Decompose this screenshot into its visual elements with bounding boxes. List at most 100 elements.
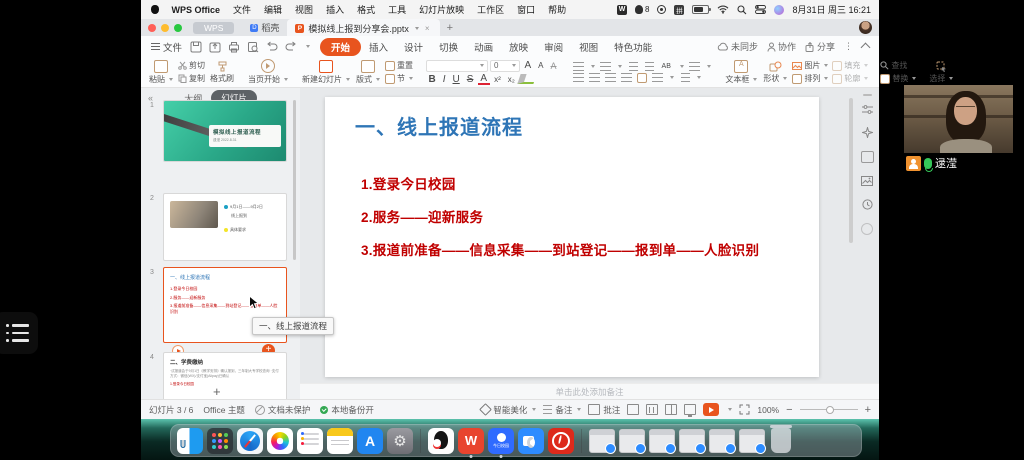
copy-button[interactable]: 复制 [178,73,205,84]
launchpad-dock-icon[interactable] [207,428,233,454]
bold-button[interactable]: B [426,74,438,85]
ribbon-tab-insert[interactable]: 插入 [361,38,396,56]
normal-view-button[interactable] [627,404,639,415]
menu-format[interactable]: 格式 [351,3,382,16]
photos-dock-icon[interactable] [267,428,293,454]
print-preview-icon[interactable] [247,41,259,53]
minimized-window-thumbnail[interactable] [739,429,765,453]
menu-file[interactable]: 文件 [227,3,258,16]
fullscreen-icon[interactable] [739,404,750,415]
screen-record-icon[interactable] [657,5,666,14]
tab-close-icon[interactable]: × [423,24,432,33]
cut-button[interactable]: 剪切 [178,60,205,71]
menu-view[interactable]: 视图 [289,3,320,16]
menu-insert[interactable]: 插入 [320,3,351,16]
text-direction-button[interactable] [652,73,663,82]
strikethrough-button[interactable]: S [464,74,476,85]
clear-format-button[interactable]: A [548,61,559,71]
file-menu-button[interactable]: 文件 [151,40,182,54]
comments-button[interactable]: 批注 [588,404,620,416]
more-options-icon[interactable]: ⋮ [844,41,853,52]
menu-edit[interactable]: 编辑 [258,3,289,16]
number-list-button[interactable] [600,62,611,71]
minimized-window-thumbnail[interactable] [679,429,705,453]
sync-status-button[interactable]: 未同步 [717,40,758,53]
picture-button[interactable]: 图片 [792,60,828,71]
minimized-window-thumbnail[interactable] [619,429,645,453]
slide-page[interactable]: 一、线上报道流程 1.登录今日校园 2.服务——迎新服务 3.报道前准备——信息… [325,97,819,377]
char-spacing-button[interactable]: AB [659,63,673,70]
protect-status[interactable]: 文档未保护 [255,404,311,416]
layout-panel-icon[interactable] [861,151,874,163]
close-window-button[interactable] [148,24,156,32]
undo-icon[interactable] [266,41,278,52]
menu-help[interactable]: 帮助 [542,3,573,16]
align-left-button[interactable] [573,73,584,82]
play-from-current-button[interactable]: 当页开始 [245,57,291,87]
subscript-button[interactable]: x₂ [505,75,517,84]
find-button[interactable]: 查找 [880,60,916,71]
panel-scrollbar[interactable] [293,100,296,260]
notes-bar[interactable]: 单击此处添加备注 [300,383,879,400]
menubar-app-name[interactable]: WPS Office [165,5,227,15]
wps-menubar-icon[interactable]: W [617,5,627,15]
redo-icon[interactable] [285,41,297,52]
apple-menu-icon[interactable] [151,5,159,14]
slide-thumbnail-2[interactable]: 9月1日——9月2日 线上报到 具体要求 [163,193,287,261]
reset-button[interactable]: 重置 [385,60,413,71]
history-clock-icon[interactable] [862,199,873,210]
fill-button[interactable]: 填充 [832,60,868,71]
export-icon[interactable] [209,41,221,53]
input-method-icon[interactable]: 拼 [674,5,684,15]
wifi-icon[interactable] [717,5,729,14]
account-avatar[interactable] [859,21,872,34]
minimized-window-thumbnail[interactable] [649,429,675,453]
netease-music-dock-icon[interactable] [548,428,574,454]
zoom-in-button[interactable]: + [865,404,871,416]
app-store-dock-icon[interactable]: A [357,428,383,454]
superscript-button[interactable]: x² [492,75,504,84]
spotlight-search-icon[interactable] [737,5,747,15]
help-icon[interactable] [861,223,873,235]
replace-button[interactable]: 替换 [880,73,916,84]
play-options-icon[interactable] [728,408,732,411]
menu-slideshow[interactable]: 幻灯片放映 [413,3,471,16]
underline-button[interactable]: U [450,74,462,85]
minimize-window-button[interactable] [161,24,169,32]
ribbon-tab-review[interactable]: 审阅 [536,38,571,56]
qq-dock-icon[interactable] [428,428,454,454]
image-panel-icon[interactable] [861,176,873,186]
collapse-ribbon-icon[interactable] [861,43,871,53]
control-center-icon[interactable] [755,5,766,14]
ribbon-tab-design[interactable]: 设计 [396,38,431,56]
menubar-clock[interactable]: 8月31日 周三 16:21 [792,3,871,16]
new-slide-button[interactable]: 新建幻灯片 [299,57,353,87]
reminders-dock-icon[interactable] [297,428,323,454]
safari-dock-icon[interactable] [237,428,263,454]
decrease-font-button[interactable]: A [536,61,546,70]
increase-indent-button[interactable] [645,62,654,71]
new-slide-plus-button[interactable]: + [213,384,221,399]
notification-icon[interactable]: 8 [635,5,649,14]
theme-label[interactable]: Office 主题 [203,404,244,416]
ribbon-tab-slideshow[interactable]: 放映 [501,38,536,56]
system-settings-dock-icon[interactable]: ⚙ [387,428,413,454]
section-button[interactable]: 节 [385,73,413,84]
ribbon-tab-view[interactable]: 视图 [571,38,606,56]
paragraph-more-button[interactable] [681,73,690,82]
textbox-button[interactable]: A 文本框 [722,57,760,87]
beautify-sparkle-icon[interactable] [862,127,873,138]
battery-icon[interactable] [692,5,709,14]
increase-font-button[interactable]: A [522,60,534,71]
slide-text-line[interactable]: 2.服务——迎新服务 [361,206,483,226]
backup-status[interactable]: 本地备份开 [320,404,374,416]
minimized-window-thumbnail[interactable] [709,429,735,453]
zoom-window-button[interactable] [174,24,182,32]
align-right-button[interactable] [605,73,616,82]
slideshow-play-button[interactable] [703,403,719,416]
slide-thumbnail-1[interactable]: 模拟线上报道流程 逯滢 2022.8.31 [163,100,287,162]
minimized-window-thumbnail[interactable] [589,429,615,453]
tab-docer[interactable]: D 稻壳 [242,21,287,34]
zoom-out-button[interactable]: − [786,404,792,416]
notes-dock-icon[interactable] [327,428,353,454]
